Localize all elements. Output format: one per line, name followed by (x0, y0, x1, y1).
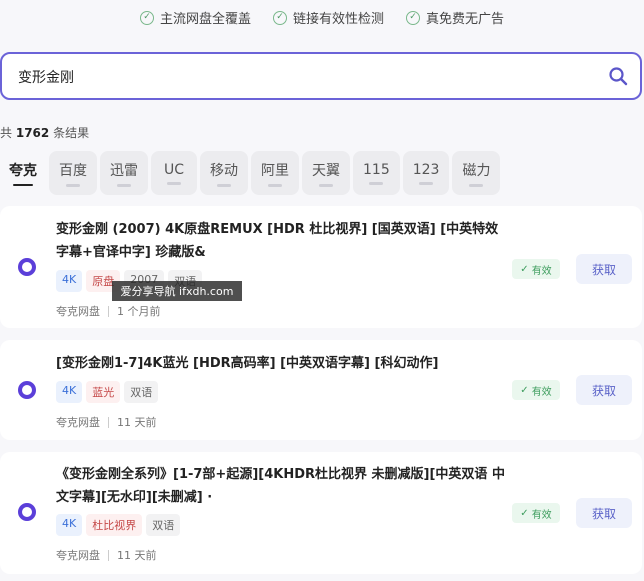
result-tags: 4K 蓝光 双语 (56, 381, 159, 403)
result-tags: 4K 杜比视界 双语 (56, 514, 181, 536)
search-button[interactable] (606, 64, 630, 88)
source-label: 夸克网盘 (56, 549, 100, 562)
search-icon (609, 67, 628, 86)
source-label: 夸克网盘 (56, 416, 100, 429)
tab-uc[interactable]: UC (151, 151, 197, 195)
get-button[interactable]: 获取 (576, 375, 632, 405)
search-input[interactable] (16, 64, 580, 90)
time-label: 11 天前 (117, 416, 157, 429)
feature-item: ✓ 真免费无广告 (406, 8, 504, 27)
tag: 双语 (124, 381, 159, 403)
result-card: [变形金刚1-7]4K蓝光 [HDR高码率] [中英双语字幕] [科幻动作] 4… (0, 340, 642, 440)
result-meta: 夸克网盘 11 天前 (56, 547, 157, 563)
search-box (0, 52, 642, 100)
feature-item: ✓ 主流网盘全覆盖 (139, 8, 251, 27)
tag: 4K (56, 514, 83, 536)
result-card: 《变形金刚全系列》[1-7部+起源][4KHDR杜比视界 未删减版][中英双语 … (0, 452, 642, 574)
check-icon: ✓ (520, 263, 529, 275)
result-title[interactable]: 《变形金刚全系列》[1-7部+起源][4KHDR杜比视界 未删减版][中英双语 … (56, 463, 506, 509)
tab-tianyi[interactable]: 天翼 (302, 151, 350, 195)
feature-list: ✓ 主流网盘全覆盖 ✓ 链接有效性检测 ✓ 真免费无广告 (0, 8, 644, 27)
status-badge: ✓ 有效 (512, 503, 560, 523)
tab-123[interactable]: 123 (402, 151, 450, 195)
result-meta: 夸克网盘 11 天前 (56, 414, 157, 430)
result-title[interactable]: [变形金刚1-7]4K蓝光 [HDR高码率] [中英双语字幕] [科幻动作] (56, 352, 506, 375)
get-button[interactable]: 获取 (576, 254, 632, 284)
tab-baidu[interactable]: 百度 (49, 151, 97, 195)
tab-aliyun[interactable]: 阿里 (251, 151, 299, 195)
tag: 4K (56, 381, 83, 403)
tag: 蓝光 (86, 381, 121, 403)
tab-115[interactable]: 115 (353, 151, 400, 195)
tag: 杜比视界 (86, 514, 143, 536)
result-meta: 夸克网盘 1 个月前 (56, 303, 161, 319)
tag: 双语 (146, 514, 181, 536)
status-badge: ✓ 有效 (512, 380, 560, 400)
results-count: 共 1762 条结果 (0, 126, 90, 140)
check-icon: ✓ (406, 10, 420, 25)
check-icon: ✓ (520, 384, 529, 396)
quark-logo-icon (18, 503, 36, 521)
feature-item: ✓ 链接有效性检测 (272, 8, 384, 27)
get-button[interactable]: 获取 (576, 498, 632, 528)
tab-magnet[interactable]: 磁力 (452, 151, 501, 195)
result-card: 变形金刚 (2007) 4K原盘REMUX [HDR 杜比视界] [国英双语] … (0, 206, 642, 328)
check-icon: ✓ (520, 507, 529, 519)
tab-xunlei[interactable]: 迅雷 (100, 151, 148, 195)
time-label: 1 个月前 (117, 305, 161, 318)
tag: 4K (56, 270, 83, 292)
status-badge: ✓ 有效 (512, 259, 560, 279)
watermark: 爱分享导航 ifxdh.com (112, 281, 242, 301)
quark-logo-icon (18, 381, 36, 399)
check-icon: ✓ (272, 10, 287, 25)
source-label: 夸克网盘 (56, 305, 100, 318)
time-label: 11 天前 (117, 549, 157, 562)
tab-quark[interactable]: 夸克 (0, 151, 46, 195)
result-title[interactable]: 变形金刚 (2007) 4K原盘REMUX [HDR 杜比视界] [国英双语] … (56, 218, 506, 264)
check-icon: ✓ (139, 10, 154, 25)
quark-logo-icon (18, 258, 36, 276)
source-tabs: 夸克 百度 迅雷 UC 移动 阿里 天翼 115 123 磁力 (0, 151, 501, 195)
tab-yidong[interactable]: 移动 (200, 151, 248, 195)
